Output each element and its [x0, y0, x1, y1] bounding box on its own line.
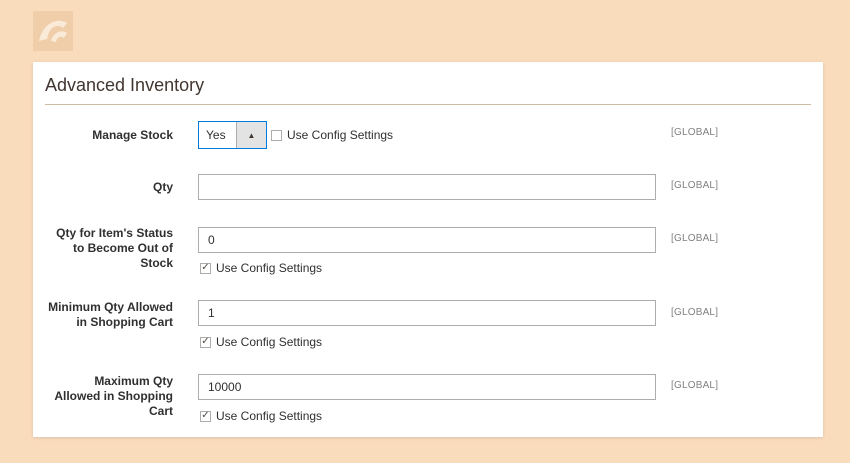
out-of-stock-use-config[interactable]: ✓ Use Config Settings: [200, 261, 322, 275]
max-qty-input[interactable]: [198, 374, 656, 400]
max-qty-use-config-checkbox[interactable]: ✓: [200, 410, 211, 422]
manage-stock-use-config[interactable]: Use Config Settings: [271, 128, 393, 142]
brand-logo-icon: [33, 11, 73, 51]
title-divider: [45, 104, 811, 105]
min-qty-scope: [GLOBAL]: [671, 307, 719, 318]
out-of-stock-label-line2: to Become Out of: [72, 241, 173, 255]
max-qty-label-line1: Maximum Qty: [94, 374, 173, 388]
qty-scope: [GLOBAL]: [671, 180, 719, 191]
min-qty-label-line1: Minimum Qty Allowed: [48, 300, 173, 314]
caret-up-icon[interactable]: ▲: [236, 122, 266, 148]
min-qty-use-config-label: Use Config Settings: [216, 335, 323, 349]
panel-title: Advanced Inventory: [45, 75, 205, 95]
advanced-inventory-panel: Advanced Inventory Manage Stock Yes ▲ Us…: [33, 62, 823, 437]
manage-stock-use-config-label: Use Config Settings: [287, 128, 394, 142]
max-qty-label-line2: Allowed in Shopping: [54, 389, 173, 403]
out-of-stock-scope: [GLOBAL]: [671, 233, 719, 244]
max-qty-use-config-label: Use Config Settings: [216, 409, 323, 423]
max-qty-use-config[interactable]: ✓ Use Config Settings: [200, 409, 322, 423]
manage-stock-use-config-checkbox[interactable]: [271, 129, 282, 141]
out-of-stock-use-config-label: Use Config Settings: [216, 261, 323, 275]
qty-label: Qty: [152, 180, 173, 194]
max-qty-label-line3: Cart: [148, 404, 173, 418]
out-of-stock-label: Qty for Item's Status to Become Out of S…: [33, 226, 173, 271]
out-of-stock-use-config-checkbox[interactable]: ✓: [200, 262, 211, 274]
min-qty-label: Minimum Qty Allowed in Shopping Cart: [33, 300, 173, 330]
out-of-stock-qty-input[interactable]: [198, 227, 656, 253]
max-qty-label: Maximum Qty Allowed in Shopping Cart: [33, 374, 173, 419]
checkmark-icon: ✓: [201, 336, 210, 347]
min-qty-label-line2: in Shopping Cart: [76, 315, 173, 329]
qty-input[interactable]: [198, 174, 656, 200]
out-of-stock-label-line3: Stock: [140, 256, 173, 270]
max-qty-scope: [GLOBAL]: [671, 380, 719, 391]
out-of-stock-label-line1: Qty for Item's Status: [56, 226, 173, 240]
manage-stock-scope: [GLOBAL]: [671, 127, 719, 138]
min-qty-input[interactable]: [198, 300, 656, 326]
manage-stock-select-value: Yes: [206, 128, 226, 142]
min-qty-use-config-checkbox[interactable]: ✓: [200, 336, 211, 348]
manage-stock-label: Manage Stock: [92, 128, 173, 142]
min-qty-use-config[interactable]: ✓ Use Config Settings: [200, 335, 322, 349]
checkmark-icon: ✓: [201, 262, 210, 273]
checkmark-icon: ✓: [201, 410, 210, 421]
manage-stock-select[interactable]: Yes ▲: [198, 121, 267, 149]
